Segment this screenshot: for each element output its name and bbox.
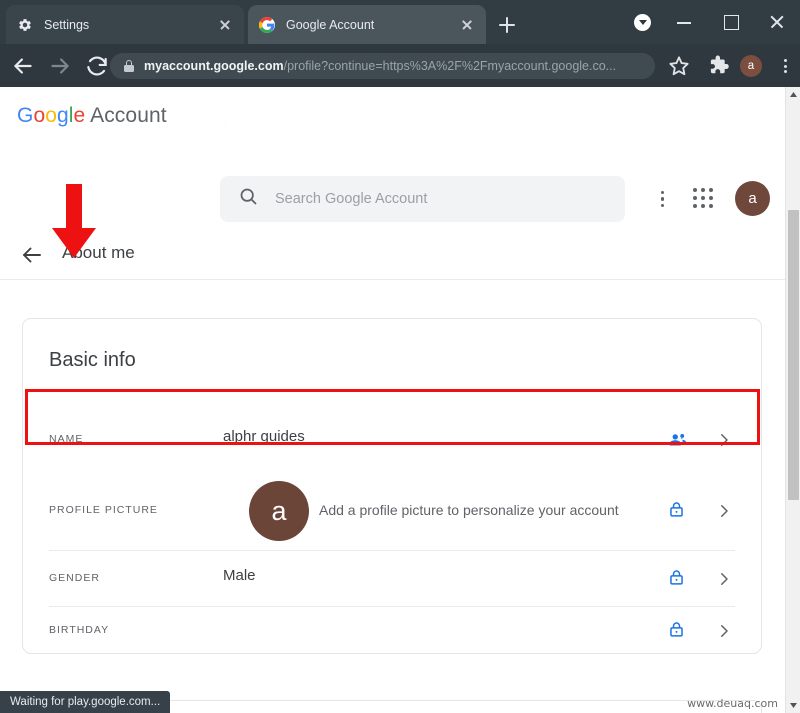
row-label: NAME (49, 433, 84, 445)
logo-letter: e (73, 104, 86, 127)
logo-letter: G (17, 104, 34, 127)
tab-strip: Settings Google Account (0, 0, 800, 44)
lock-icon[interactable] (667, 568, 689, 590)
tab-title: Google Account (286, 17, 375, 32)
site-lock-icon (124, 60, 134, 72)
row-label: BIRTHDAY (49, 624, 110, 636)
back-arrow-icon[interactable] (20, 243, 44, 267)
url-path: /profile?continue=https%3A%2F%2Fmyaccoun… (283, 59, 617, 73)
minimize-icon[interactable] (662, 0, 708, 44)
page-title: About me (62, 243, 135, 262)
maximize-icon[interactable] (708, 0, 754, 44)
row-label: GENDER (49, 572, 100, 584)
page-scrollbar[interactable] (785, 87, 800, 713)
row-birthday[interactable]: BIRTHDAY (23, 607, 761, 655)
download-indicator-icon[interactable] (634, 14, 651, 31)
search-input[interactable]: Search Google Account (220, 176, 625, 222)
new-tab-button[interactable] (494, 12, 520, 38)
header-overflow-menu-icon[interactable] (651, 188, 673, 210)
row-value: Male (223, 567, 256, 584)
extensions-puzzle-icon[interactable] (706, 53, 732, 79)
lock-icon[interactable] (667, 500, 689, 522)
tab-google-account[interactable]: Google Account (248, 5, 486, 44)
tab-settings[interactable]: Settings (6, 5, 244, 44)
status-bar: Waiting for play.google.com... (0, 691, 171, 713)
page-viewport: Manage your personal info and control Go… (0, 87, 800, 713)
chrome-menu-icon[interactable] (772, 53, 798, 79)
chevron-right-icon[interactable] (715, 502, 733, 520)
chevron-right-icon[interactable] (715, 622, 733, 640)
tab-title: Settings (44, 17, 90, 32)
logo-letter: g (57, 104, 69, 127)
google-g-icon (258, 16, 275, 33)
logo-letter: o (33, 104, 46, 127)
forward-button[interactable] (47, 53, 73, 79)
google-account-logo: Google Account (17, 104, 167, 128)
reload-button[interactable] (84, 53, 110, 79)
profile-avatar-toolbar[interactable]: a (740, 55, 762, 77)
logo-letter: o (45, 104, 57, 127)
search-icon (238, 186, 259, 212)
scroll-up-icon[interactable] (786, 87, 800, 104)
avatar[interactable]: a (249, 481, 309, 541)
gear-icon (16, 16, 33, 33)
row-profile-picture[interactable]: PROFILE PICTURE a Add a profile picture … (23, 471, 761, 551)
scroll-down-icon[interactable] (786, 696, 800, 713)
status-text: Waiting for play.google.com... (10, 696, 161, 708)
row-label: PROFILE PICTURE (49, 504, 158, 516)
row-gender[interactable]: GENDER Male (23, 551, 761, 607)
google-apps-grid-icon[interactable] (692, 187, 716, 211)
row-name[interactable]: NAME alphr guides (23, 409, 761, 471)
people-icon[interactable] (667, 429, 689, 451)
account-avatar[interactable]: a (735, 181, 770, 216)
browser-window: Settings Google Account myaccount.google… (0, 0, 800, 713)
watermark: www.deuaq.com (687, 697, 778, 710)
search-placeholder: Search Google Account (275, 191, 428, 207)
window-controls (662, 0, 800, 44)
lock-icon[interactable] (667, 620, 689, 642)
back-button[interactable] (10, 53, 36, 79)
url-text: myaccount.google.com/profile?continue=ht… (144, 59, 645, 73)
url-host: myaccount.google.com (144, 59, 284, 73)
browser-toolbar: myaccount.google.com/profile?continue=ht… (0, 44, 800, 87)
row-value: alphr guides (223, 428, 305, 445)
close-icon[interactable] (216, 16, 234, 34)
page-subheader: About me (0, 232, 785, 280)
page-content: Basic info NAME alphr guides PROFILE PIC… (0, 280, 785, 713)
logo-product: Account (85, 104, 167, 127)
close-icon[interactable] (458, 16, 476, 34)
bookmark-star-icon[interactable] (666, 53, 692, 79)
basic-info-title: Basic info (49, 349, 136, 371)
chevron-right-icon[interactable] (715, 570, 733, 588)
scrollbar-thumb[interactable] (788, 210, 799, 500)
chevron-right-icon[interactable] (715, 431, 733, 449)
close-window-icon[interactable] (754, 0, 800, 44)
row-value: Add a profile picture to personalize you… (319, 502, 619, 518)
basic-info-card: Basic info NAME alphr guides PROFILE PIC… (22, 318, 762, 654)
address-bar[interactable]: myaccount.google.com/profile?continue=ht… (110, 53, 655, 79)
